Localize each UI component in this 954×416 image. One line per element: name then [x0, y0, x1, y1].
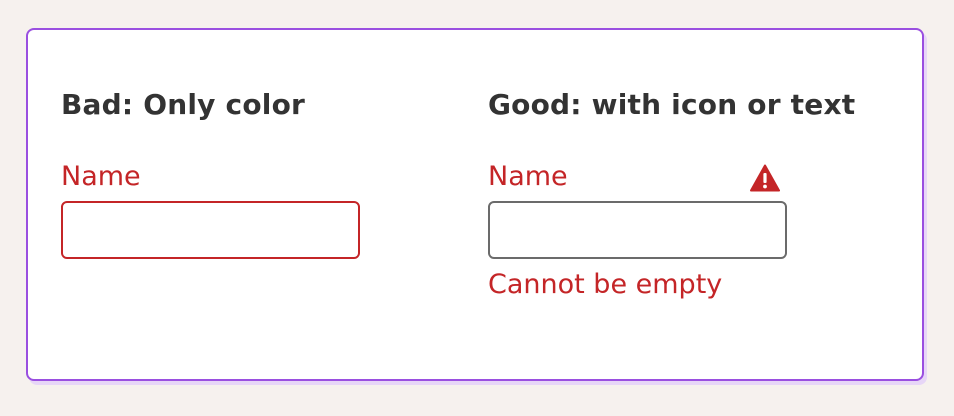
good-name-input[interactable] — [488, 201, 787, 259]
bad-name-label: Name — [61, 161, 141, 192]
bad-name-input[interactable] — [61, 201, 360, 259]
error-message: Cannot be empty — [488, 269, 723, 300]
bad-example-heading: Bad: Only color — [61, 88, 306, 121]
good-example-heading: Good: with icon or text — [488, 88, 856, 121]
warning-icon — [750, 164, 780, 192]
good-name-label: Name — [488, 161, 568, 192]
comparison-card: Bad: Only color Name Good: with icon or … — [26, 28, 924, 381]
